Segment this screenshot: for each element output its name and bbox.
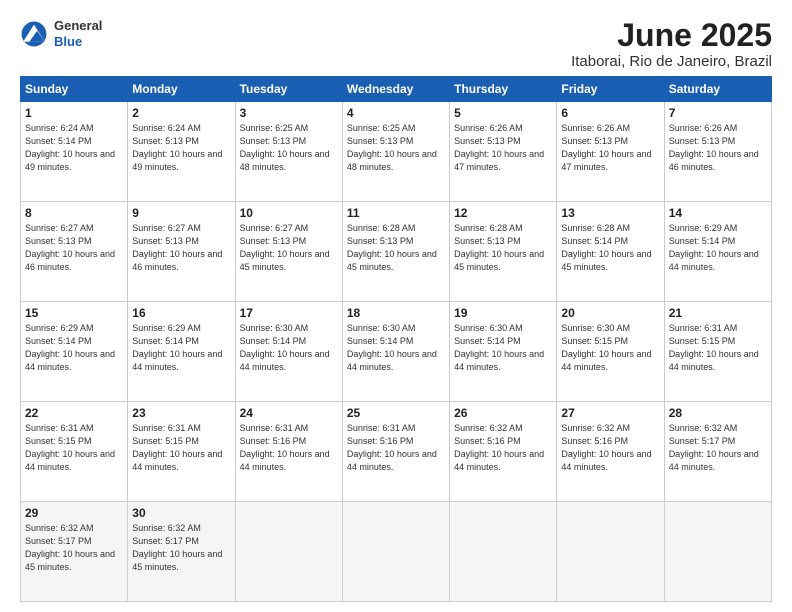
empty-cell bbox=[342, 502, 449, 602]
table-row: 24 Sunrise: 6:31 AMSunset: 5:16 PMDaylig… bbox=[235, 402, 342, 502]
table-row: 8 Sunrise: 6:27 AMSunset: 5:13 PMDayligh… bbox=[21, 202, 128, 302]
calendar-page: General Blue June 2025 Itaborai, Rio de … bbox=[0, 0, 792, 612]
table-row: 16 Sunrise: 6:29 AMSunset: 5:14 PMDaylig… bbox=[128, 302, 235, 402]
table-row: 12 Sunrise: 6:28 AMSunset: 5:13 PMDaylig… bbox=[450, 202, 557, 302]
empty-cell bbox=[664, 502, 771, 602]
table-row: 9 Sunrise: 6:27 AMSunset: 5:13 PMDayligh… bbox=[128, 202, 235, 302]
calendar-week-row: 22 Sunrise: 6:31 AMSunset: 5:15 PMDaylig… bbox=[21, 402, 772, 502]
empty-cell bbox=[450, 502, 557, 602]
table-row: 25 Sunrise: 6:31 AMSunset: 5:16 PMDaylig… bbox=[342, 402, 449, 502]
table-row: 28 Sunrise: 6:32 AMSunset: 5:17 PMDaylig… bbox=[664, 402, 771, 502]
col-saturday: Saturday bbox=[664, 77, 771, 102]
table-row: 14 Sunrise: 6:29 AMSunset: 5:14 PMDaylig… bbox=[664, 202, 771, 302]
col-tuesday: Tuesday bbox=[235, 77, 342, 102]
table-row: 6 Sunrise: 6:26 AMSunset: 5:13 PMDayligh… bbox=[557, 102, 664, 202]
logo-icon bbox=[20, 20, 48, 48]
table-row: 20 Sunrise: 6:30 AMSunset: 5:15 PMDaylig… bbox=[557, 302, 664, 402]
table-row: 21 Sunrise: 6:31 AMSunset: 5:15 PMDaylig… bbox=[664, 302, 771, 402]
table-row: 15 Sunrise: 6:29 AMSunset: 5:14 PMDaylig… bbox=[21, 302, 128, 402]
logo-blue: Blue bbox=[54, 34, 102, 50]
month-title: June 2025 bbox=[571, 18, 772, 53]
table-row: 10 Sunrise: 6:27 AMSunset: 5:13 PMDaylig… bbox=[235, 202, 342, 302]
table-row: 19 Sunrise: 6:30 AMSunset: 5:14 PMDaylig… bbox=[450, 302, 557, 402]
title-block: June 2025 Itaborai, Rio de Janeiro, Braz… bbox=[571, 18, 772, 70]
table-row: 22 Sunrise: 6:31 AMSunset: 5:15 PMDaylig… bbox=[21, 402, 128, 502]
col-monday: Monday bbox=[128, 77, 235, 102]
col-friday: Friday bbox=[557, 77, 664, 102]
logo: General Blue bbox=[20, 18, 102, 49]
table-row: 13 Sunrise: 6:28 AMSunset: 5:14 PMDaylig… bbox=[557, 202, 664, 302]
calendar-header-row: Sunday Monday Tuesday Wednesday Thursday… bbox=[21, 77, 772, 102]
col-wednesday: Wednesday bbox=[342, 77, 449, 102]
table-row: 11 Sunrise: 6:28 AMSunset: 5:13 PMDaylig… bbox=[342, 202, 449, 302]
table-row: 2 Sunrise: 6:24 AMSunset: 5:13 PMDayligh… bbox=[128, 102, 235, 202]
calendar-week-row: 29 Sunrise: 6:32 AMSunset: 5:17 PMDaylig… bbox=[21, 502, 772, 602]
calendar-week-row: 15 Sunrise: 6:29 AMSunset: 5:14 PMDaylig… bbox=[21, 302, 772, 402]
table-row: 1 Sunrise: 6:24 AMSunset: 5:14 PMDayligh… bbox=[21, 102, 128, 202]
table-row: 26 Sunrise: 6:32 AMSunset: 5:16 PMDaylig… bbox=[450, 402, 557, 502]
header: General Blue June 2025 Itaborai, Rio de … bbox=[20, 18, 772, 70]
calendar-table: Sunday Monday Tuesday Wednesday Thursday… bbox=[20, 76, 772, 602]
col-sunday: Sunday bbox=[21, 77, 128, 102]
table-row: 3 Sunrise: 6:25 AMSunset: 5:13 PMDayligh… bbox=[235, 102, 342, 202]
empty-cell bbox=[557, 502, 664, 602]
logo-text: General Blue bbox=[54, 18, 102, 49]
table-row: 29 Sunrise: 6:32 AMSunset: 5:17 PMDaylig… bbox=[21, 502, 128, 602]
col-thursday: Thursday bbox=[450, 77, 557, 102]
table-row: 23 Sunrise: 6:31 AMSunset: 5:15 PMDaylig… bbox=[128, 402, 235, 502]
calendar-week-row: 8 Sunrise: 6:27 AMSunset: 5:13 PMDayligh… bbox=[21, 202, 772, 302]
table-row: 30 Sunrise: 6:32 AMSunset: 5:17 PMDaylig… bbox=[128, 502, 235, 602]
logo-general: General bbox=[54, 18, 102, 34]
table-row: 4 Sunrise: 6:25 AMSunset: 5:13 PMDayligh… bbox=[342, 102, 449, 202]
location-title: Itaborai, Rio de Janeiro, Brazil bbox=[571, 53, 772, 70]
calendar-week-row: 1 Sunrise: 6:24 AMSunset: 5:14 PMDayligh… bbox=[21, 102, 772, 202]
table-row: 18 Sunrise: 6:30 AMSunset: 5:14 PMDaylig… bbox=[342, 302, 449, 402]
table-row: 17 Sunrise: 6:30 AMSunset: 5:14 PMDaylig… bbox=[235, 302, 342, 402]
table-row: 27 Sunrise: 6:32 AMSunset: 5:16 PMDaylig… bbox=[557, 402, 664, 502]
table-row: 5 Sunrise: 6:26 AMSunset: 5:13 PMDayligh… bbox=[450, 102, 557, 202]
empty-cell bbox=[235, 502, 342, 602]
table-row: 7 Sunrise: 6:26 AMSunset: 5:13 PMDayligh… bbox=[664, 102, 771, 202]
